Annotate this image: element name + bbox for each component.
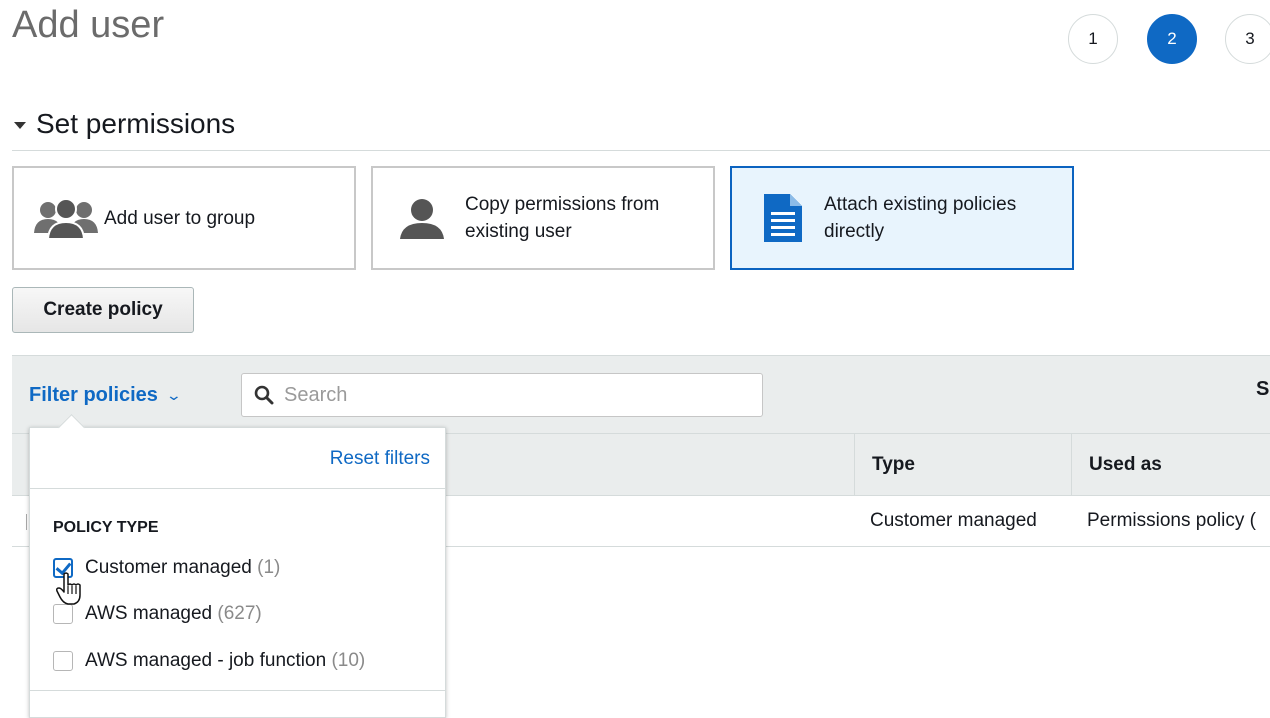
create-policy-button[interactable]: Create policy — [12, 287, 194, 333]
cell-type: Customer managed — [870, 510, 1037, 531]
filter-option-aws-managed-job-function[interactable]: AWS managed - job function (10) — [53, 650, 365, 672]
step-1[interactable]: 1 — [1068, 14, 1118, 64]
filter-policies-button[interactable]: Filter policies ⌄ — [29, 384, 183, 407]
card-label: Copy permissions from existing user — [465, 194, 660, 242]
column-header-type[interactable]: Type — [854, 434, 1071, 495]
dropdown-divider — [30, 488, 445, 489]
step-2-active[interactable]: 2 — [1147, 14, 1197, 64]
cell-used-as: Permissions policy ( — [1087, 510, 1256, 531]
add-user-to-group-card[interactable]: Add user to group — [12, 166, 356, 270]
document-icon — [760, 192, 804, 244]
option-label: AWS managed (627) — [85, 603, 262, 624]
option-label: Customer managed (1) — [85, 557, 281, 578]
copy-permissions-card[interactable]: Copy permissions from existing user — [371, 166, 715, 270]
policy-toolbar: Filter policies ⌄ S — [12, 355, 1270, 434]
chevron-down-icon: ⌄ — [165, 387, 183, 403]
user-icon — [399, 195, 445, 241]
users-group-icon — [32, 195, 100, 241]
filter-dropdown: Reset filters POLICY TYPE Customer manag… — [29, 414, 446, 718]
attach-policies-card[interactable]: Attach existing policies directly — [730, 166, 1074, 270]
hand-cursor-icon — [55, 572, 85, 611]
section-title: Set permissions — [36, 108, 236, 139]
dropdown-divider — [30, 690, 445, 691]
step-3[interactable]: 3 — [1225, 14, 1270, 64]
card-label: Attach existing policies directly — [824, 194, 1017, 242]
option-label: AWS managed - job function (10) — [85, 650, 366, 671]
search-icon — [254, 385, 274, 405]
section-divider — [12, 150, 1270, 151]
set-permissions-header[interactable]: Set permissions — [14, 108, 235, 140]
filter-policies-label: Filter policies — [29, 384, 158, 406]
column-header-used-as[interactable]: Used as — [1071, 434, 1270, 495]
page-title: Add user — [12, 4, 165, 46]
reset-filters-link[interactable]: Reset filters — [330, 448, 430, 470]
caret-down-icon — [14, 122, 26, 129]
card-label: Add user to group — [104, 207, 256, 229]
policy-type-heading: POLICY TYPE — [53, 519, 159, 536]
search-input[interactable] — [282, 382, 726, 408]
search-box[interactable] — [241, 373, 763, 417]
checkbox[interactable] — [53, 651, 73, 671]
filter-option-customer-managed[interactable]: Customer managed (1) — [53, 557, 280, 579]
toolbar-right-text: S — [1256, 378, 1270, 400]
